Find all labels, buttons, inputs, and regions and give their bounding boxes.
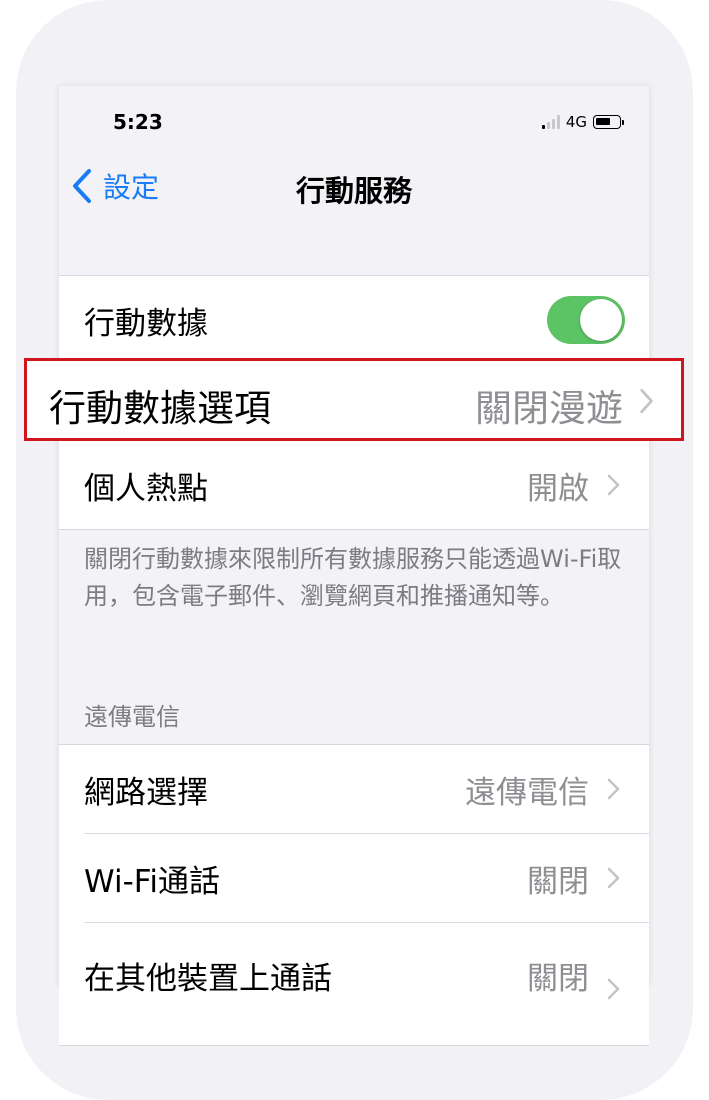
wifi-calling-label: Wi-Fi通話 (84, 863, 220, 900)
network-selection-row[interactable]: 網路選擇 遠傳電信 (59, 745, 649, 833)
mobile-data-options-value: 關閉漫遊 (475, 387, 623, 430)
mobile-data-toggle[interactable] (547, 296, 625, 344)
mobile-data-label: 行動數據 (84, 305, 208, 342)
wifi-calling-value: 關閉 (527, 863, 589, 900)
mobile-data-row: 行動數據 (59, 276, 649, 364)
carrier-section-header: 遠傳電信 (84, 703, 180, 731)
mobile-data-options-row[interactable]: 行動數據選項 關閉漫遊 (24, 358, 684, 441)
status-time: 5:23 (113, 110, 163, 134)
other-devices-label: 在其他裝置上通話 (84, 961, 332, 997)
mobile-data-options-label: 行動數據選項 (49, 387, 271, 430)
battery-icon (593, 115, 624, 129)
chevron-right-icon (607, 778, 620, 800)
chevron-right-icon (607, 978, 620, 1000)
hotspot-row[interactable]: 個人熱點 開啟 (59, 441, 649, 529)
other-devices-value: 關閉 (527, 961, 589, 997)
page-title: 行動服務 (295, 174, 412, 208)
network-type: 4G (565, 113, 587, 131)
status-indicators: 4G (541, 112, 624, 132)
phone-screen: 5:23 4G 設定 行動服務 行動數據 個人熱點 開啟 關閉行動數據來限制所有… (59, 86, 649, 1046)
network-selection-value: 遠傳電信 (465, 774, 589, 811)
other-devices-row[interactable]: 在其他裝置上通話 關閉 (59, 923, 649, 1011)
wifi-calling-row[interactable]: Wi-Fi通話 關閉 (59, 834, 649, 922)
chevron-right-icon (607, 474, 620, 496)
chevron-right-icon (640, 388, 653, 414)
network-selection-label: 網路選擇 (84, 774, 208, 811)
hotspot-label: 個人熱點 (84, 470, 208, 507)
mobile-data-footnote: 關閉行動數據來限制所有數據服務只能透過Wi-Fi取用，包含電子郵件、瀏覽網頁和推… (84, 545, 622, 610)
hotspot-value: 開啟 (527, 470, 589, 507)
carrier-group: 網路選擇 遠傳電信 Wi-Fi通話 關閉 在其他裝置上通話 關閉 (59, 744, 649, 1046)
signal-icon (541, 115, 560, 129)
chevron-right-icon (607, 867, 620, 889)
